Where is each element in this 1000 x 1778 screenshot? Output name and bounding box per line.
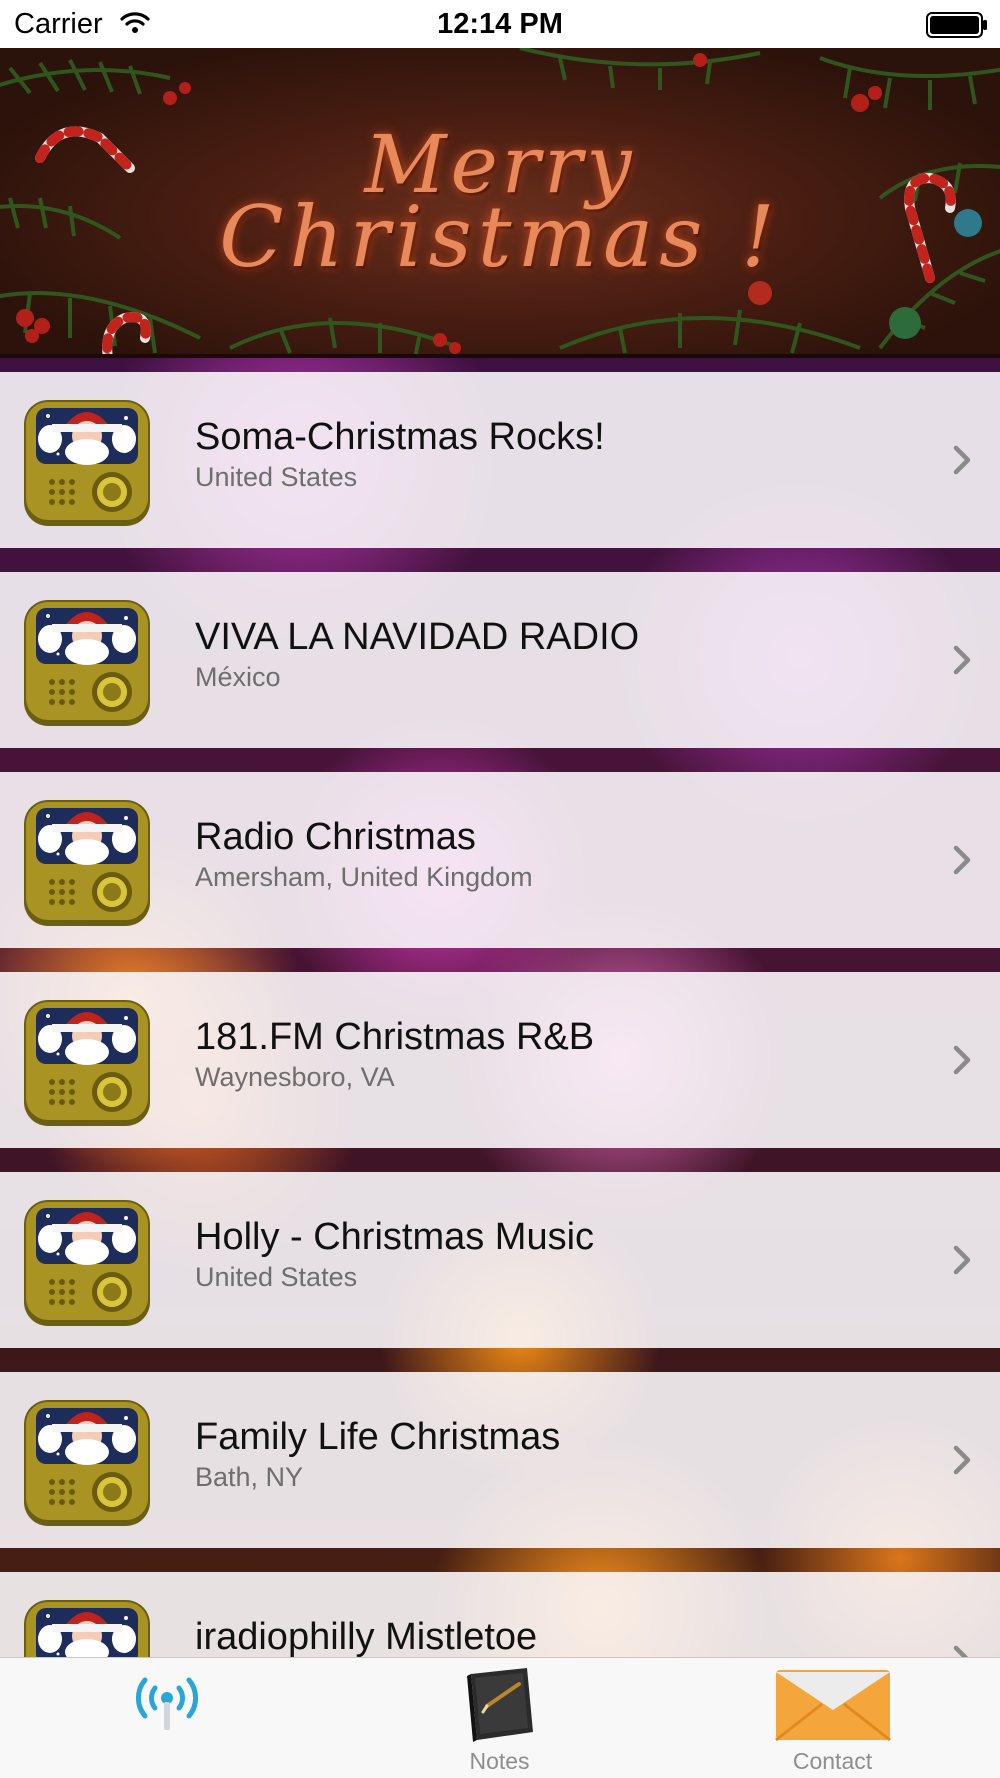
station-title: 181.FM Christmas R&B: [195, 1016, 595, 1058]
station-row[interactable]: iradiophilly Mistletoe: [0, 1572, 1000, 1658]
station-title: iradiophilly Mistletoe: [195, 1616, 538, 1658]
chevron-right-icon: [953, 1245, 971, 1275]
santa-radio-icon: [24, 600, 150, 726]
station-location: Amersham, United Kingdom: [195, 862, 533, 892]
santa-radio-icon: [24, 800, 150, 926]
tab-bar: Notes Contact: [0, 1657, 1000, 1778]
santa-radio-icon: [24, 1600, 150, 1658]
station-row[interactable]: 181.FM Christmas R&B Waynesboro, VA: [0, 972, 1000, 1148]
tab-label: Notes: [469, 1748, 530, 1774]
tab-contact[interactable]: Contact: [666, 1658, 999, 1778]
station-title: Holly - Christmas Music: [195, 1216, 595, 1258]
santa-radio-icon: [24, 1400, 150, 1526]
station-location: Bath, NY: [195, 1462, 304, 1492]
station-row[interactable]: Family Life Christmas Bath, NY: [0, 1372, 1000, 1548]
radio-antenna-icon: [136, 1677, 198, 1730]
battery-icon: [926, 12, 987, 38]
station-location: México: [195, 662, 281, 692]
station-list: Soma-Christmas Rocks! United States VIVA…: [0, 358, 1000, 1658]
notebook-icon: [467, 1668, 533, 1742]
station-row[interactable]: Radio Christmas Amersham, United Kingdom: [0, 772, 1000, 948]
tab-notes[interactable]: Notes: [333, 1658, 666, 1778]
station-title: Radio Christmas: [195, 816, 476, 858]
station-title: Soma-Christmas Rocks!: [195, 416, 605, 458]
chevron-right-icon: [953, 645, 971, 675]
station-location: United States: [195, 1262, 358, 1292]
station-location: Waynesboro, VA: [195, 1062, 395, 1092]
tab-radio[interactable]: [0, 1658, 333, 1778]
station-row[interactable]: VIVA LA NAVIDAD RADIO México: [0, 572, 1000, 748]
chevron-right-icon: [953, 1445, 971, 1475]
station-location: United States: [195, 462, 358, 492]
christmas-banner: Merry Christmas !: [0, 48, 1000, 358]
chevron-right-icon: [953, 1645, 970, 1658]
station-title: VIVA LA NAVIDAD RADIO: [195, 616, 640, 658]
station-row[interactable]: Soma-Christmas Rocks! United States: [0, 372, 1000, 548]
chevron-right-icon: [953, 1045, 971, 1075]
tab-label: Contact: [792, 1748, 873, 1774]
chevron-right-icon: [953, 845, 971, 875]
envelope-icon: [775, 1670, 891, 1742]
status-time: 12:14 PM: [437, 8, 563, 40]
chevron-right-icon: [953, 445, 971, 475]
santa-radio-icon: [24, 1000, 150, 1126]
santa-radio-icon: [24, 1200, 150, 1326]
station-title: Family Life Christmas: [195, 1416, 561, 1458]
station-row[interactable]: Holly - Christmas Music United States: [0, 1172, 1000, 1348]
status-bar: Carrier 12:14 PM: [0, 0, 1000, 48]
santa-radio-icon: [24, 400, 150, 526]
banner-title-line2: Christmas !: [219, 188, 781, 286]
